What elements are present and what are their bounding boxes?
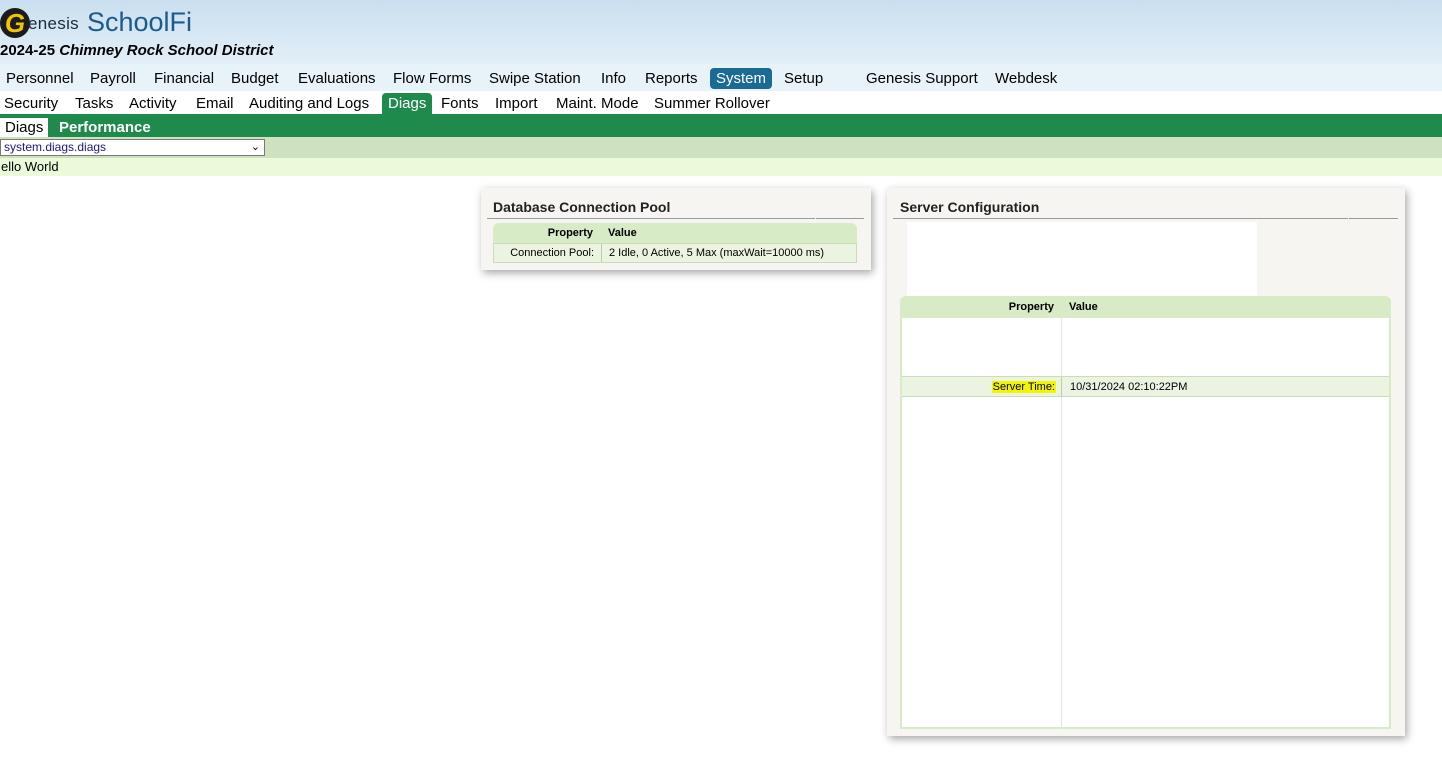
- top-menu-personnel[interactable]: Personnel: [0, 68, 80, 89]
- sub-menu-fonts[interactable]: Fonts: [435, 93, 485, 114]
- district-title: 2024-25 Chimney Rock School District: [0, 42, 273, 59]
- tab-performance[interactable]: Performance: [54, 118, 156, 137]
- server-config-col-property: Property: [1008, 301, 1054, 313]
- genesis-g-icon: G: [0, 8, 30, 38]
- top-menu: Personnel Payroll Financial Budget Evalu…: [0, 64, 1442, 91]
- sub-menu: Security Tasks Activity Email Auditing a…: [0, 91, 1442, 114]
- chevron-down-icon: ⌄: [250, 141, 260, 153]
- server-time-label: Server Time:: [991, 380, 1056, 393]
- db-pool-col-property: Property: [547, 227, 593, 239]
- db-pool-rule: [487, 218, 815, 219]
- sub-menu-summer-rollover[interactable]: Summer Rollover: [648, 93, 776, 114]
- sub-menu-security[interactable]: Security: [0, 93, 64, 114]
- top-menu-flow-forms[interactable]: Flow Forms: [387, 68, 477, 89]
- top-menu-budget[interactable]: Budget: [225, 68, 285, 89]
- sub-menu-diags[interactable]: Diags: [382, 93, 433, 114]
- server-config-blank-area: [907, 222, 1257, 296]
- logo-wordmark: enesis: [28, 14, 79, 33]
- sub-menu-import[interactable]: Import: [489, 93, 544, 114]
- server-config-rule: [893, 218, 1348, 219]
- top-menu-financial[interactable]: Financial: [148, 68, 220, 89]
- genesis-logo: G enesis SchoolFi: [0, 4, 192, 38]
- sub-menu-email[interactable]: Email: [190, 93, 240, 114]
- sub-menu-activity[interactable]: Activity: [123, 93, 183, 114]
- db-pool-row-value: 2 Idle, 0 Active, 5 Max (maxWait=10000 m…: [609, 247, 825, 259]
- server-config-rule-right: [1349, 218, 1398, 219]
- db-pool-table-header: Property Value: [493, 223, 857, 243]
- product-name: SchoolFi: [86, 7, 192, 37]
- app-header: G enesis SchoolFi 2024-25 Chimney Rock S…: [0, 0, 1442, 64]
- district-name: Chimney Rock School District: [59, 42, 274, 59]
- sub-menu-tasks[interactable]: Tasks: [69, 93, 119, 114]
- server-config-col-value: Value: [1069, 301, 1098, 313]
- top-menu-swipe-station[interactable]: Swipe Station: [483, 68, 587, 89]
- db-pool-title: Database Connection Pool: [493, 199, 671, 215]
- server-config-panel: Server Configuration Property Value Serv…: [887, 188, 1405, 736]
- diag-selector-value: system.diags.diags: [4, 140, 107, 154]
- top-menu-reports[interactable]: Reports: [639, 68, 704, 89]
- db-pool-col-value: Value: [608, 227, 637, 239]
- tab-strip: Diags Performance: [0, 114, 1442, 137]
- server-time-label-cell: Server Time:: [902, 377, 1056, 396]
- selector-row: system.diags.diags ⌄: [0, 137, 1442, 158]
- server-config-title: Server Configuration: [900, 199, 1040, 215]
- db-pool-panel: Database Connection Pool Property Value …: [481, 188, 871, 270]
- top-menu-evaluations[interactable]: Evaluations: [292, 68, 382, 89]
- sub-menu-maint-mode[interactable]: Maint. Mode: [550, 93, 645, 114]
- message-row: ello World: [0, 158, 1442, 176]
- tab-diags[interactable]: Diags: [0, 118, 49, 137]
- top-menu-setup[interactable]: Setup: [778, 68, 829, 89]
- server-time-value: 10/31/2024 02:10:22PM: [1070, 380, 1188, 393]
- top-menu-webdesk[interactable]: Webdesk: [989, 68, 1063, 89]
- top-menu-payroll[interactable]: Payroll: [84, 68, 142, 89]
- top-menu-genesis-support[interactable]: Genesis Support: [860, 68, 984, 89]
- db-pool-rule-right: [816, 218, 864, 219]
- school-year: 2024-25: [0, 42, 56, 59]
- table-row: Connection Pool: 2 Idle, 0 Active, 5 Max…: [493, 243, 857, 263]
- table-row: Server Time: 10/31/2024 02:10:22PM: [902, 376, 1389, 397]
- diag-selector[interactable]: system.diags.diags ⌄: [0, 139, 265, 156]
- top-menu-info[interactable]: Info: [595, 68, 632, 89]
- column-divider: [1061, 377, 1062, 396]
- sub-menu-auditing-logs[interactable]: Auditing and Logs: [243, 93, 375, 114]
- column-divider: [601, 244, 602, 262]
- top-menu-system[interactable]: System: [710, 68, 773, 89]
- server-config-table-header: Property Value: [900, 296, 1391, 318]
- db-pool-row-property: Connection Pool:: [510, 247, 594, 259]
- message-text: ello World: [1, 159, 59, 174]
